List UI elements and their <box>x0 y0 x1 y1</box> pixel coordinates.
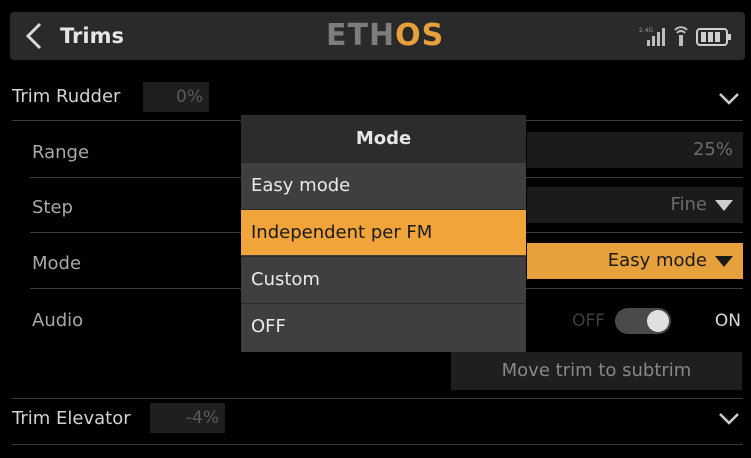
trim-rudder-value[interactable]: 0% <box>143 82 209 112</box>
dialog-title: Mode <box>241 115 526 162</box>
back-arrow-icon[interactable] <box>22 20 50 52</box>
option-off[interactable]: OFF <box>241 303 526 349</box>
antenna-icon <box>674 26 688 46</box>
audio-toggle[interactable] <box>615 308 671 334</box>
dropdown-triangle-icon <box>715 255 733 267</box>
mode-dialog: Mode Easy mode Independent per FM Custom… <box>241 115 526 352</box>
audio-label: Audio <box>32 310 84 331</box>
move-trim-to-subtrim-button[interactable]: Move trim to subtrim <box>451 352 742 390</box>
audio-off-label: OFF <box>572 311 605 331</box>
battery-icon <box>696 28 731 46</box>
signal-band-label: 2.4G <box>639 27 654 34</box>
mode-value: Easy mode <box>607 250 707 271</box>
trim-elevator-value[interactable]: -4% <box>150 403 225 433</box>
trim-rudder-label: Trim Rudder <box>12 86 121 107</box>
top-bar: Trims ETHOS 2.4G <box>0 0 751 72</box>
divider <box>12 444 743 445</box>
chevron-down-icon[interactable] <box>718 412 740 426</box>
trim-elevator-label: Trim Elevator <box>12 408 131 429</box>
range-label: Range <box>32 142 90 163</box>
chevron-down-icon[interactable] <box>718 92 740 106</box>
mode-label: Mode <box>32 253 82 274</box>
status-icons: 2.4G <box>639 26 731 46</box>
audio-on-label: ON <box>714 311 741 331</box>
mode-field[interactable]: Easy mode <box>527 243 743 279</box>
ethos-logo: ETHOS <box>326 18 444 53</box>
step-label: Step <box>32 197 73 218</box>
option-easy-mode[interactable]: Easy mode <box>241 162 526 208</box>
option-independent-per-fm[interactable]: Independent per FM <box>241 209 526 255</box>
step-value: Fine <box>670 194 707 215</box>
option-custom[interactable]: Custom <box>241 256 526 302</box>
divider <box>12 398 743 399</box>
range-field[interactable]: 25% <box>527 132 743 168</box>
step-field[interactable]: Fine <box>527 187 743 223</box>
toggle-knob <box>647 310 669 332</box>
logo-main-text: ETH <box>326 18 396 53</box>
logo-accent-text: OS <box>395 18 445 53</box>
screen-title: Trims <box>60 24 124 48</box>
dropdown-triangle-icon <box>715 199 733 211</box>
